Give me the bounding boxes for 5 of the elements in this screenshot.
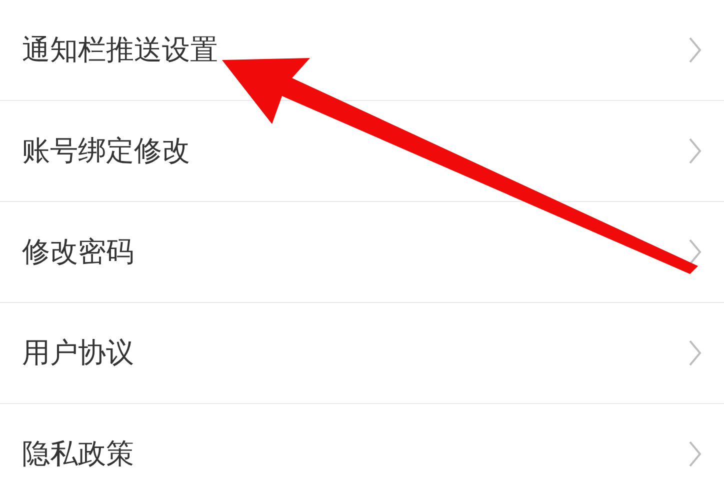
chevron-right-icon: [688, 440, 702, 468]
chevron-right-icon: [688, 137, 702, 165]
chevron-right-icon: [688, 238, 702, 266]
chevron-right-icon: [688, 339, 702, 367]
chevron-right-icon: [688, 36, 702, 64]
